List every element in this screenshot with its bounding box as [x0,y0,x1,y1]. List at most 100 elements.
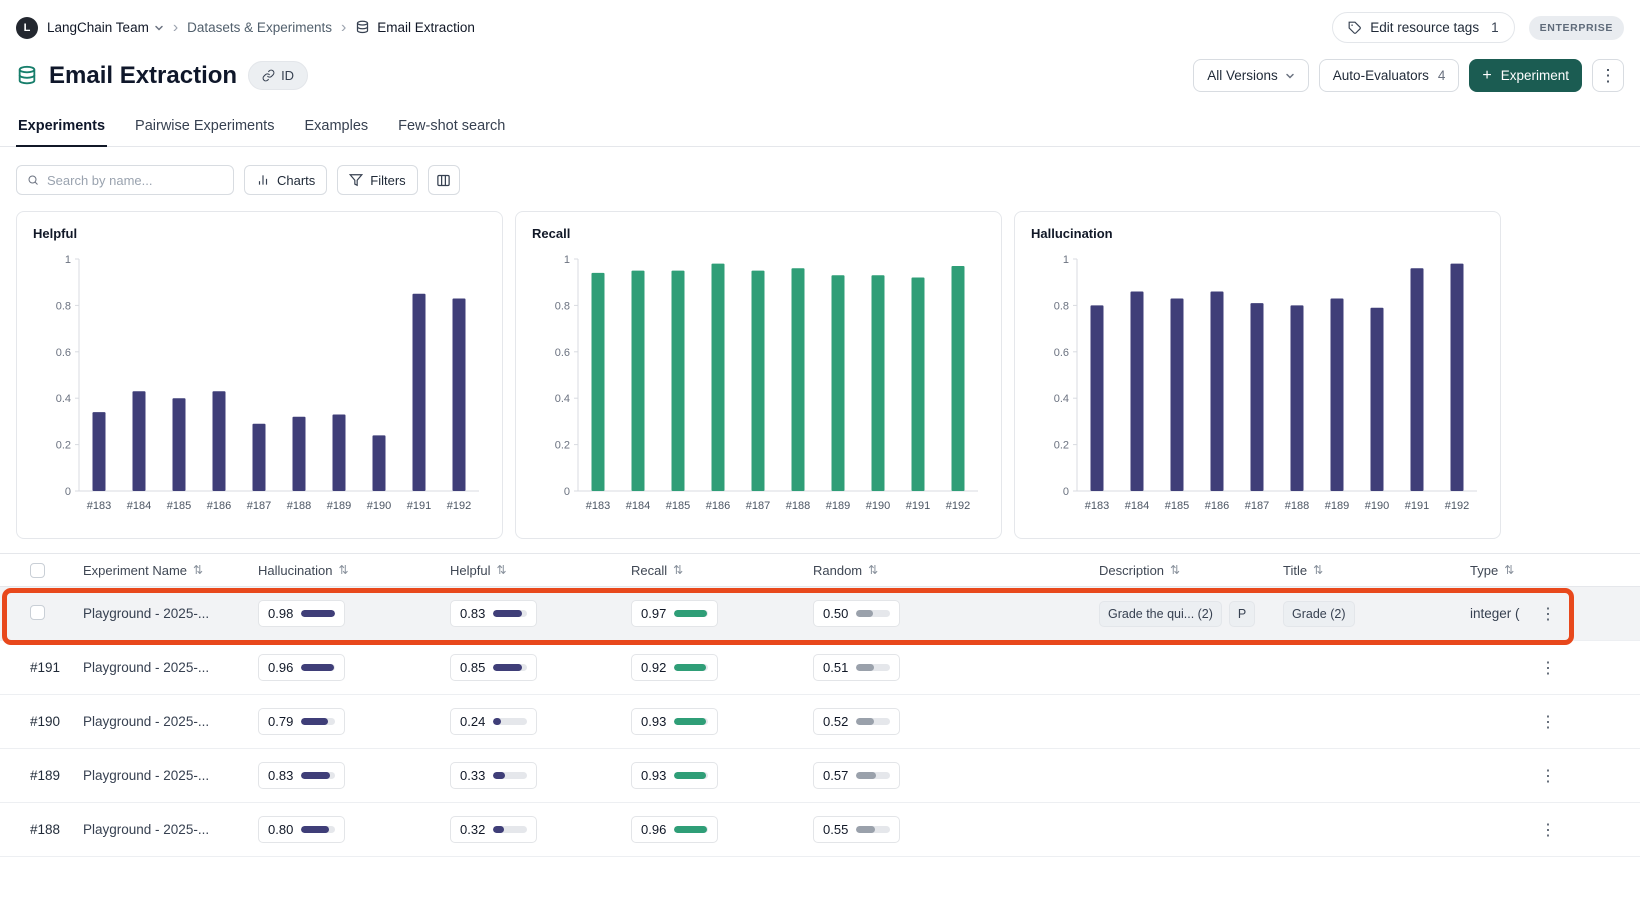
bar [872,275,885,491]
column-header-random[interactable]: Random⇅ [813,563,1099,578]
row-checkbox[interactable] [30,605,45,620]
page-title: Email Extraction [49,62,237,90]
recall-value: 0.92 [641,660,666,675]
row-menu-button[interactable]: ⋮ [1532,654,1564,682]
svg-text:0.4: 0.4 [555,393,570,405]
new-experiment-button[interactable]: + Experiment [1469,59,1582,92]
bar-chart: 00.20.40.60.81#183#184#185#186#187#188#1… [1031,243,1483,527]
column-header-helpful[interactable]: Helpful⇅ [450,563,631,578]
sort-icon[interactable]: ⇅ [868,563,878,577]
row-menu-button[interactable]: ⋮ [1532,708,1564,736]
svg-text:0.2: 0.2 [56,440,71,452]
row-index: #189 [30,768,83,783]
column-header-hallucination[interactable]: Hallucination ⇅ [258,563,450,578]
filters-button[interactable]: Filters [337,165,417,195]
columns-button[interactable] [428,165,460,195]
bar [93,412,106,491]
column-label: Hallucination [258,563,332,578]
all-versions-dropdown[interactable]: All Versions [1193,59,1309,92]
tag-icon [1348,21,1362,35]
table-row[interactable]: #188Playground - 2025-...0.800.320.960.5… [0,803,1640,857]
tab-few-shot-search[interactable]: Few-shot search [396,108,507,146]
charts-button[interactable]: Charts [244,165,327,195]
bar [1291,305,1304,491]
experiment-name[interactable]: Playground - 2025-... [83,822,258,837]
resource-tags-count: 1 [1491,20,1499,35]
column-header-experiment-name[interactable]: Experiment Name⇅ [83,563,258,578]
row-menu-button[interactable]: ⋮ [1532,762,1564,790]
experiment-name[interactable]: Playground - 2025-... [83,606,258,621]
random-cell: 0.51 [813,654,1099,681]
helpful-cell: 0.83 [450,600,631,627]
tab-examples[interactable]: Examples [302,108,370,146]
experiment-name[interactable]: Playground - 2025-... [83,660,258,675]
table-row[interactable]: #191Playground - 2025-...0.960.850.920.5… [0,641,1640,695]
experiment-name[interactable]: Playground - 2025-... [83,768,258,783]
column-header-description[interactable]: Description⇅ [1099,563,1283,578]
title-actions: All Versions Auto-Evaluators 4 + Experim… [1193,59,1624,92]
bar [333,414,346,491]
bar [752,271,765,491]
sort-icon[interactable]: ⇅ [496,563,506,577]
chart-plot: 00.20.40.60.81#183#184#185#186#187#188#1… [33,243,486,532]
helpful-value: 0.32 [460,822,485,837]
sort-icon[interactable]: ⇅ [1313,563,1323,577]
sort-icon[interactable]: ⇅ [1170,563,1180,577]
column-header-recall[interactable]: Recall⇅ [631,563,813,578]
topbar-right: Edit resource tags 1 ENTERPRISE [1332,12,1624,43]
row-menu-button[interactable]: ⋮ [1532,816,1564,844]
recall-cell: 0.97 [631,600,813,627]
bar [173,398,186,491]
breadcrumb: L LangChain Team › Datasets & Experiment… [16,17,475,39]
more-options-button[interactable]: ⋮ [1592,59,1624,92]
random-score: 0.55 [813,816,900,843]
columns-icon [436,173,451,188]
sort-icon[interactable]: ⇅ [338,563,348,577]
tab-experiments[interactable]: Experiments [16,108,107,146]
svg-text:#183: #183 [1085,500,1109,512]
hallucination-value: 0.98 [268,606,293,621]
table-row[interactable]: Playground - 2025-...0.980.830.970.50Gra… [0,587,1640,641]
random-cell: 0.55 [813,816,1099,843]
sort-icon[interactable]: ⇅ [1504,563,1514,577]
svg-text:#186: #186 [1205,500,1229,512]
svg-text:0.4: 0.4 [56,393,71,405]
hallucination-value: 0.80 [268,822,293,837]
team-switcher[interactable]: LangChain Team [47,20,164,35]
helpful-score: 0.83 [450,600,537,627]
column-header-type[interactable]: Type⇅ [1470,563,1532,578]
table-row[interactable]: #189Playground - 2025-...0.830.330.930.5… [0,749,1640,803]
all-versions-label: All Versions [1207,68,1278,83]
bar [1171,298,1184,491]
plus-icon: + [1482,68,1491,84]
chart-title: Hallucination [1031,226,1484,241]
bar [1091,305,1104,491]
tab-pairwise-experiments[interactable]: Pairwise Experiments [133,108,276,146]
random-score: 0.57 [813,762,900,789]
auto-evaluators-button[interactable]: Auto-Evaluators 4 [1319,59,1460,92]
row-select-cell[interactable] [30,605,83,623]
breadcrumb-current: Email Extraction [355,20,475,35]
select-all-checkbox[interactable] [30,563,45,578]
hallucination-score: 0.96 [258,654,345,681]
bar [1131,291,1144,491]
edit-resource-tags-button[interactable]: Edit resource tags 1 [1332,12,1514,43]
bar [1451,264,1464,491]
svg-text:0.8: 0.8 [56,300,71,312]
experiment-name[interactable]: Playground - 2025-... [83,714,258,729]
sort-icon[interactable]: ⇅ [193,563,203,577]
search-input[interactable] [47,173,223,188]
row-menu-cell: ⋮ [1532,708,1640,736]
svg-text:#191: #191 [1405,500,1429,512]
org-avatar[interactable]: L [16,17,38,39]
sort-icon[interactable]: ⇅ [673,563,683,577]
chart-card-recall: Recall 00.20.40.60.81#183#184#185#186#18… [515,211,1002,539]
row-menu-button[interactable]: ⋮ [1532,600,1564,628]
column-header-title[interactable]: Title⇅ [1283,563,1470,578]
svg-text:#192: #192 [946,500,970,512]
recall-score: 0.93 [631,708,718,735]
copy-id-button[interactable]: ID [248,61,308,90]
breadcrumb-datasets-experiments[interactable]: Datasets & Experiments [187,20,332,35]
table-row[interactable]: #190Playground - 2025-...0.790.240.930.5… [0,695,1640,749]
breadcrumb-separator: › [341,20,346,36]
